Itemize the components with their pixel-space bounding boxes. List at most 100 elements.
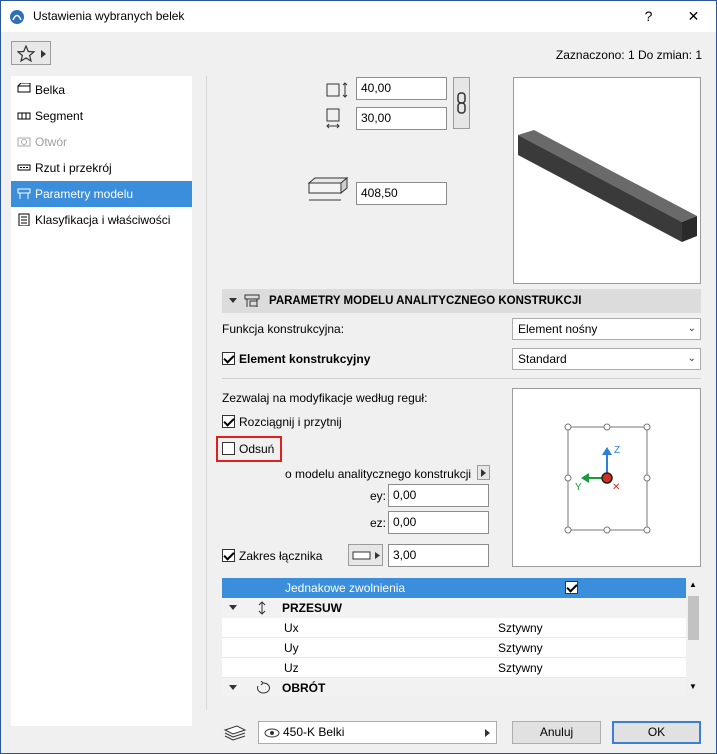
rotation-icon bbox=[257, 681, 270, 694]
offset-checkbox[interactable] bbox=[222, 442, 235, 455]
sidebar-item-beam[interactable]: Belka bbox=[11, 77, 192, 103]
segment-icon bbox=[17, 112, 31, 120]
rotation-group-title: OBRÓT bbox=[282, 681, 326, 695]
collapse-arrow-icon bbox=[229, 605, 237, 610]
offset-of-label: o modelu analitycznego konstrukcji bbox=[285, 467, 472, 481]
star-icon bbox=[17, 45, 35, 62]
structural-element-label: Element konstrukcyjny bbox=[239, 352, 371, 366]
beam-icon bbox=[17, 83, 31, 93]
section-header[interactable]: PARAMETRY MODELU ANALITYCZNEGO KONSTRUKC… bbox=[222, 289, 701, 313]
row-value: Sztywny bbox=[498, 641, 543, 655]
sidebar-item-classification[interactable]: Klasyfikacja i właściwości bbox=[11, 207, 192, 233]
allow-modifications-label: Zezwalaj na modyfikacje według reguł: bbox=[222, 391, 428, 405]
layer-name: 450-K Belki bbox=[283, 725, 345, 739]
table-row[interactable]: Uy Sztywny bbox=[222, 638, 686, 658]
help-button[interactable]: ? bbox=[626, 1, 671, 32]
translation-group-title: PRZESUW bbox=[282, 601, 342, 615]
scroll-down-icon[interactable]: ▼ bbox=[689, 682, 697, 691]
favorites-button[interactable] bbox=[11, 41, 51, 65]
app-icon bbox=[10, 10, 24, 24]
sidebar-item-label: Belka bbox=[35, 83, 66, 97]
ey-label: ey: bbox=[370, 489, 387, 503]
sidebar-item-analytical-model[interactable]: Parametry modelu analityczn... bbox=[11, 181, 192, 227]
beam-3d-preview bbox=[513, 77, 701, 284]
length-icon bbox=[307, 177, 349, 201]
width-icon bbox=[326, 82, 348, 98]
structural-type-value: Standard bbox=[518, 352, 567, 366]
arrow-right-icon bbox=[481, 469, 486, 477]
stretch-label: Rozciągnij i przytnij bbox=[239, 415, 342, 429]
link-dimensions-button[interactable] bbox=[453, 77, 470, 129]
structural-element-checkbox[interactable] bbox=[222, 352, 235, 365]
uniform-release-label: Jednakowe zwolnienia bbox=[285, 581, 406, 595]
sidebar-item-opening[interactable]: Otwór bbox=[11, 129, 192, 155]
analytical-model-icon bbox=[17, 188, 31, 199]
cancel-button[interactable]: Anuluj bbox=[512, 721, 601, 744]
section-title: PARAMETRY MODELU ANALITYCZNEGO KONSTRUKC… bbox=[269, 295, 582, 307]
row-name: Uz bbox=[284, 661, 299, 675]
x-axis-label: ✕ bbox=[612, 482, 621, 493]
table-scrollbar[interactable]: ▲ ▼ bbox=[686, 578, 701, 696]
opening-icon bbox=[17, 137, 31, 147]
row-name: Ux bbox=[284, 621, 299, 635]
link-type-icon bbox=[352, 551, 380, 560]
width-input[interactable]: 40,00 bbox=[356, 77, 447, 100]
height-input[interactable]: 30,00 bbox=[356, 107, 447, 130]
collapse-arrow-icon bbox=[229, 685, 237, 690]
sidebar-item-label: Klasyfikacja i właściwości bbox=[35, 213, 171, 227]
link-range-type-button[interactable] bbox=[348, 544, 383, 566]
sidebar: Belka Segment Otwór Rzut i przekrój Para… bbox=[11, 76, 192, 726]
table-row[interactable]: Uz Sztywny bbox=[222, 658, 686, 678]
arrow-right-icon bbox=[41, 50, 46, 58]
height-icon bbox=[326, 108, 340, 129]
length-input[interactable]: 408,50 bbox=[356, 182, 447, 205]
rotation-group-row[interactable]: OBRÓT bbox=[222, 678, 686, 696]
layer-selector[interactable]: 450-K Belki bbox=[258, 721, 497, 744]
floor-plan-icon bbox=[17, 164, 31, 171]
stretch-checkbox[interactable] bbox=[222, 415, 235, 428]
scroll-up-icon[interactable]: ▲ bbox=[689, 580, 697, 589]
sidebar-item-segment[interactable]: Segment bbox=[11, 103, 192, 129]
offset-menu-button[interactable] bbox=[477, 465, 490, 480]
uniform-release-checkbox[interactable] bbox=[565, 581, 578, 594]
function-dropdown[interactable]: Element nośny ⌄ bbox=[512, 318, 701, 340]
eye-icon bbox=[264, 728, 280, 738]
analytical-model-icon bbox=[244, 294, 260, 307]
scrollbar-thumb[interactable] bbox=[688, 596, 699, 640]
translation-group-row[interactable]: PRZESUW bbox=[222, 598, 686, 618]
window-title: Ustawienia wybranych belek bbox=[33, 9, 185, 23]
y-axis-label: Y bbox=[575, 482, 582, 493]
sidebar-item-label: Rzut i przekrój bbox=[35, 161, 112, 175]
title-bar: Ustawienia wybranych belek ? ✕ bbox=[1, 1, 716, 32]
arrow-right-icon bbox=[485, 729, 490, 737]
translation-icon bbox=[258, 601, 266, 615]
ey-input[interactable]: 0,00 bbox=[388, 484, 489, 507]
row-name: Uy bbox=[284, 641, 299, 655]
chain-link-icon bbox=[457, 92, 466, 114]
sidebar-item-label: Otwór bbox=[35, 135, 68, 149]
ok-button[interactable]: OK bbox=[612, 721, 701, 744]
z-axis-label: Z bbox=[614, 445, 621, 456]
structural-type-dropdown[interactable]: Standard ⌄ bbox=[512, 348, 701, 370]
close-button[interactable]: ✕ bbox=[671, 1, 716, 32]
sidebar-item-floor-plan[interactable]: Rzut i przekrój bbox=[11, 155, 192, 181]
row-value: Sztywny bbox=[498, 661, 543, 675]
function-value: Element nośny bbox=[518, 322, 598, 336]
table-row[interactable]: Ux Sztywny bbox=[222, 618, 686, 638]
offset-label: Odsuń bbox=[239, 442, 275, 456]
function-label: Funkcja konstrukcyjna: bbox=[222, 322, 345, 336]
link-range-label: Zakres łącznika bbox=[239, 549, 323, 563]
ez-input[interactable]: 0,00 bbox=[388, 511, 489, 534]
beam-3d-icon bbox=[518, 130, 697, 242]
ez-label: ez: bbox=[370, 516, 387, 530]
dialog-window: Ustawienia wybranych belek ? ✕ Zaznaczon… bbox=[0, 0, 717, 754]
collapse-arrow-icon bbox=[229, 298, 237, 303]
uniform-release-row[interactable]: Jednakowe zwolnienia bbox=[222, 578, 686, 598]
row-value: Sztywny bbox=[498, 621, 543, 635]
chevron-down-icon: ⌄ bbox=[687, 353, 696, 364]
selection-status: Zaznaczono: 1 Do zmian: 1 bbox=[555, 48, 702, 62]
chevron-down-icon: ⌄ bbox=[687, 323, 696, 334]
link-range-input[interactable]: 3,00 bbox=[388, 544, 489, 567]
classification-icon bbox=[18, 213, 30, 226]
link-range-checkbox[interactable] bbox=[222, 549, 235, 562]
